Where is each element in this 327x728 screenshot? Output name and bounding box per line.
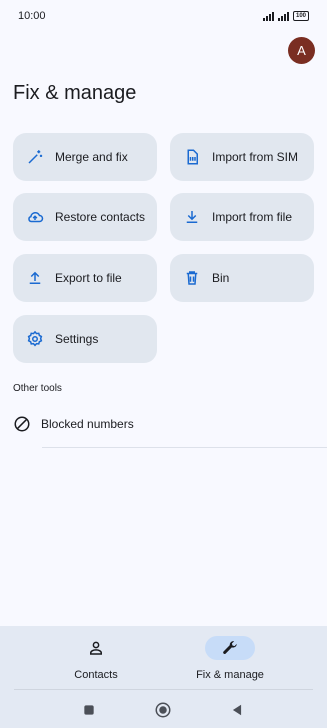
nav-label: Fix & manage <box>196 669 264 681</box>
import-from-file-button[interactable]: Import from file <box>170 193 314 241</box>
clock: 10:00 <box>18 10 46 22</box>
home-icon[interactable] <box>153 700 173 720</box>
page-title: Fix & manage <box>13 82 137 104</box>
signal-icon <box>262 11 274 21</box>
card-label: Bin <box>212 271 230 285</box>
bin-button[interactable]: Bin <box>170 254 314 302</box>
card-label: Import from file <box>212 210 293 224</box>
nav-item-contacts[interactable]: Contacts <box>46 636 146 681</box>
gear-icon <box>26 330 44 348</box>
avatar[interactable]: A <box>288 37 315 64</box>
upload-icon <box>26 269 44 287</box>
blocked-numbers-item[interactable]: Blocked numbers <box>0 400 327 448</box>
restore-contacts-button[interactable]: Restore contacts <box>13 193 157 241</box>
import-from-sim-button[interactable]: Import from SIM <box>170 133 314 181</box>
battery-icon: 100 <box>292 11 309 21</box>
wrench-icon <box>205 636 255 660</box>
cloud-upload-icon <box>26 208 44 226</box>
status-icons: 100 <box>262 11 309 21</box>
card-label: Merge and fix <box>55 150 128 164</box>
recents-icon[interactable] <box>79 700 99 720</box>
merge-and-fix-button[interactable]: Merge and fix <box>13 133 157 181</box>
block-icon <box>13 415 31 433</box>
card-label: Settings <box>55 332 99 346</box>
person-icon <box>71 636 121 660</box>
signal-icon <box>277 11 289 21</box>
card-label: Restore contacts <box>55 210 146 224</box>
sim-card-icon <box>183 148 201 166</box>
export-to-file-button[interactable]: Export to file <box>13 254 157 302</box>
nav-item-fix-manage[interactable]: Fix & manage <box>180 636 280 681</box>
settings-button[interactable]: Settings <box>13 315 157 363</box>
nav-label: Contacts <box>74 669 118 681</box>
system-navigation-bar <box>0 696 327 722</box>
card-label: Import from SIM <box>212 150 299 164</box>
list-item-label: Blocked numbers <box>41 417 134 431</box>
download-icon <box>183 208 201 226</box>
card-label: Export to file <box>55 271 122 285</box>
trash-icon <box>183 269 201 287</box>
back-icon[interactable] <box>227 700 247 720</box>
status-bar: 10:00 100 <box>0 0 327 32</box>
section-heading: Other tools <box>13 383 62 394</box>
divider <box>14 689 313 690</box>
divider <box>42 447 327 448</box>
magic-wand-icon <box>26 148 44 166</box>
